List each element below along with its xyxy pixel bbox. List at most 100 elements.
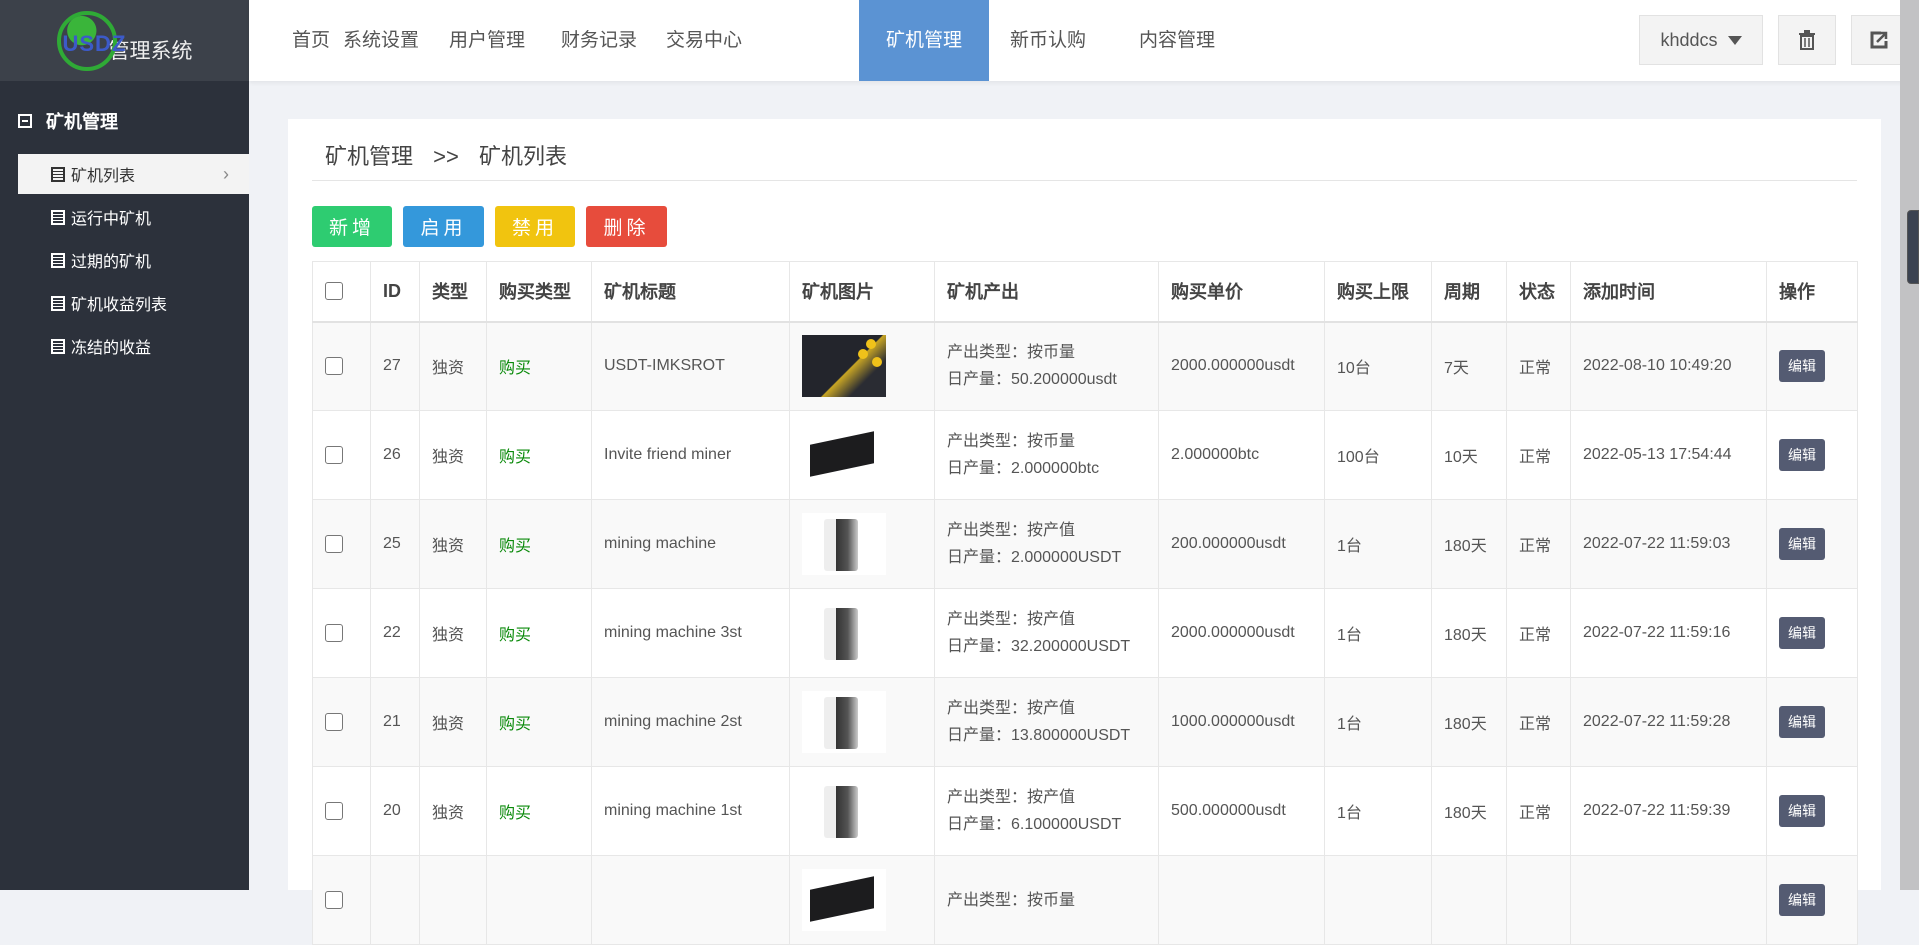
cell-status [1506, 855, 1571, 945]
sidebar-group-mining[interactable]: 矿机管理 [18, 108, 118, 134]
delete-button[interactable]: 删除 [586, 206, 667, 247]
column-header: 矿机产出 [934, 261, 1159, 323]
scrollbar-thumb[interactable] [1907, 210, 1919, 284]
cell-price: 200.000000usdt [1158, 499, 1325, 589]
cell-price: 1000.000000usdt [1158, 677, 1325, 767]
list-icon [51, 166, 65, 182]
sidebar: 矿机管理 矿机列表 › 运行中矿机过期的矿机矿机收益列表 冻结的收益 [0, 81, 249, 890]
cell-limit: 1台 [1324, 766, 1432, 856]
output-type: 产出类型：按产值 [947, 789, 1076, 806]
sidebar-item-label: 矿机列表 [71, 168, 136, 185]
edit-button[interactable]: 编辑 [1779, 884, 1825, 916]
cell-time [1570, 855, 1767, 945]
row-checkbox[interactable] [325, 891, 343, 909]
cell-time: 2022-07-22 11:59:16 [1570, 588, 1767, 678]
breadcrumb: 矿机管理 >> 矿机列表 [325, 139, 581, 171]
sidebar-item-label: 运行中矿机 [71, 211, 152, 228]
cell-output: 产出类型：按币量 日产量：2.000000btc [934, 410, 1159, 500]
cell-time: 2022-05-13 17:54:44 [1570, 410, 1767, 500]
row-checkbox[interactable] [325, 713, 343, 731]
cell-time: 2022-08-10 10:49:20 [1570, 321, 1767, 411]
clear-cache-button[interactable] [1778, 15, 1836, 65]
table-row: 产出类型：按币量 编辑 [312, 855, 1858, 945]
caret-down-icon [1727, 35, 1742, 45]
add-button[interactable]: 新增 [312, 206, 392, 247]
nav-tab-7[interactable]: 内容管理 [1115, 0, 1239, 81]
cell-status: 正常 [1506, 766, 1571, 856]
trash-icon [1799, 30, 1815, 50]
output-type: 产出类型：按产值 [947, 611, 1076, 628]
column-header: 操作 [1766, 261, 1858, 323]
enable-button[interactable]: 启用 [403, 206, 484, 247]
row-checkbox[interactable] [325, 446, 343, 464]
cell-price: 2.000000btc [1158, 410, 1325, 500]
row-checkbox[interactable] [325, 802, 343, 820]
edit-button[interactable]: 编辑 [1779, 528, 1825, 560]
column-header: 周期 [1431, 261, 1507, 323]
cell-id: 27 [370, 321, 420, 411]
cell-output: 产出类型：按币量 [934, 855, 1159, 945]
sidebar-item-0[interactable]: 矿机列表 › [18, 154, 249, 194]
cell-id: 26 [370, 410, 420, 500]
cell-title: mining machine 3st [591, 588, 790, 678]
divider [312, 180, 1857, 181]
cell-time: 2022-07-22 11:59:03 [1570, 499, 1767, 589]
output-type: 产出类型：按币量 [947, 344, 1076, 362]
cell-period: 180天 [1431, 677, 1507, 767]
sidebar-item-1[interactable]: 运行中矿机 [18, 197, 249, 237]
sidebar-item-2[interactable]: 过期的矿机 [18, 240, 249, 280]
row-checkbox[interactable] [325, 624, 343, 642]
cell-status: 正常 [1506, 588, 1571, 678]
table-row: 25 独资 购买 mining machine 产出类型：按产值 日产量：2.000000… [312, 499, 1858, 589]
cell-type: 独资 [419, 677, 487, 767]
cell-title: mining machine 1st [591, 766, 790, 856]
cell-type: 独资 [419, 499, 487, 589]
cell-buy-type: 购买 [486, 677, 592, 767]
row-checkbox[interactable] [325, 535, 343, 553]
daily-output: 日产量：50.200000usdt [947, 371, 1117, 389]
top-nav: 首页 系统设置 用户管理 财务记录 交易中心 矿机管理 新币认购 内容管理 khddcs [249, 0, 1919, 81]
nav-tab-4[interactable]: 交易中心 [642, 0, 766, 81]
scrollbar[interactable] [1900, 0, 1919, 890]
user-dropdown[interactable]: khddcs [1639, 15, 1763, 65]
breadcrumb-current: 矿机列表 [478, 144, 567, 169]
cell-title [591, 855, 790, 945]
cell-type: 独资 [419, 766, 487, 856]
sidebar-item-3[interactable]: 矿机收益列表 [18, 283, 249, 323]
miner-image [802, 602, 886, 664]
breadcrumb-sep: >> [433, 144, 459, 169]
disable-button[interactable]: 禁用 [495, 206, 575, 247]
edit-button[interactable]: 编辑 [1779, 795, 1825, 827]
cell-buy-type: 购买 [486, 588, 592, 678]
cell-time: 2022-07-22 11:59:28 [1570, 677, 1767, 767]
column-header: 购买上限 [1324, 261, 1432, 323]
cell-limit: 1台 [1324, 499, 1432, 589]
logout-button[interactable] [1851, 15, 1907, 65]
edit-button[interactable]: 编辑 [1779, 350, 1825, 383]
cell-status: 正常 [1506, 321, 1571, 411]
logo: USDZ 管理系统 [0, 0, 249, 81]
cell-period: 10天 [1431, 410, 1507, 500]
chevron-right-icon: › [223, 163, 229, 184]
sidebar-item-4[interactable]: 冻结的收益 [18, 326, 249, 366]
cell-limit: 1台 [1324, 677, 1432, 767]
list-icon [51, 252, 65, 268]
cell-title: Invite friend miner [591, 410, 790, 500]
sidebar-item-label: 过期的矿机 [71, 254, 152, 271]
row-checkbox[interactable] [325, 357, 343, 376]
edit-button[interactable]: 编辑 [1779, 706, 1825, 738]
daily-output: 日产量：2.000000USDT [947, 549, 1122, 566]
nav-tab-6[interactable]: 新币认购 [986, 0, 1110, 81]
edit-button[interactable]: 编辑 [1779, 439, 1825, 471]
column-header: 状态 [1506, 261, 1571, 323]
select-all-checkbox[interactable] [325, 282, 343, 301]
edit-button[interactable]: 编辑 [1779, 617, 1825, 649]
cell-id: 22 [370, 588, 420, 678]
cell-type: 独资 [419, 321, 487, 411]
cell-period: 7天 [1431, 321, 1507, 411]
nav-tab-5[interactable]: 矿机管理 [859, 0, 989, 81]
cell-title: mining machine 2st [591, 677, 790, 767]
nav-tab-2[interactable]: 用户管理 [425, 0, 549, 81]
collapse-icon[interactable] [18, 114, 32, 128]
breadcrumb-parent[interactable]: 矿机管理 [325, 144, 413, 169]
